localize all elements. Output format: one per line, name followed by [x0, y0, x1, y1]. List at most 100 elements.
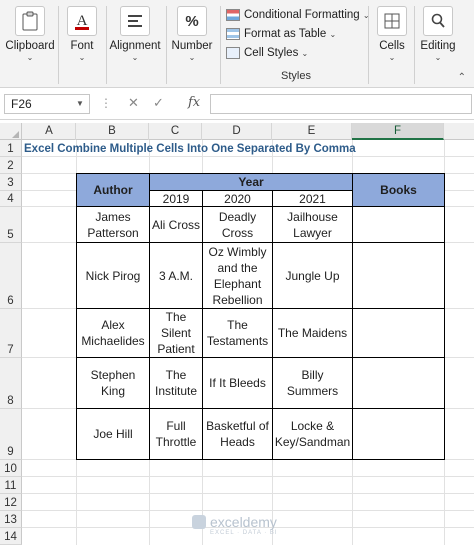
- row-header-3[interactable]: 3: [0, 174, 22, 191]
- editing-button[interactable]: Editing ⌄: [418, 4, 458, 66]
- alignment-button[interactable]: Alignment ⌄: [109, 4, 161, 66]
- cell-author[interactable]: Joe Hill: [76, 408, 150, 460]
- cell-book-2020[interactable]: The Testaments: [202, 308, 273, 358]
- cancel-icon[interactable]: ✕: [128, 95, 139, 111]
- watermark: exceldemy EXCEL · DATA · BI: [192, 514, 277, 536]
- divider: [166, 6, 167, 84]
- row-header-1[interactable]: 1: [0, 140, 22, 157]
- cell-book-2019[interactable]: The Institute: [149, 357, 203, 409]
- row-header-8[interactable]: 8: [0, 358, 22, 409]
- divider: [368, 6, 369, 84]
- enter-icon[interactable]: ✓: [153, 95, 164, 111]
- column-header-d[interactable]: D: [202, 123, 272, 140]
- cell-book-2019[interactable]: Full Throttle: [149, 408, 203, 460]
- row-header-9[interactable]: 9: [0, 409, 22, 460]
- divider: [220, 6, 221, 84]
- column-header-e[interactable]: E: [272, 123, 352, 140]
- font-button[interactable]: A Font ⌄: [64, 4, 100, 66]
- cell-books[interactable]: [352, 242, 445, 309]
- chevron-down-icon: ⌄: [301, 49, 309, 58]
- worksheet-grid[interactable]: A B C D E F 1 2 3 4 5 6 7 8 9 10 11 12 1…: [0, 123, 474, 545]
- collapse-ribbon-icon[interactable]: ⌃: [458, 72, 466, 83]
- cell-book-2019[interactable]: The Silent Patient: [149, 308, 203, 358]
- number-button[interactable]: % Number ⌄: [170, 4, 214, 66]
- cell-author[interactable]: Alex Michaelides: [76, 308, 150, 358]
- row-header-10[interactable]: 10: [0, 460, 22, 477]
- table-icon: [226, 28, 240, 40]
- header-year-2020[interactable]: 2020: [202, 190, 273, 207]
- header-year[interactable]: Year: [149, 173, 353, 191]
- cell-book-2020[interactable]: If It Bleeds: [202, 357, 273, 409]
- ribbon: Clipboard ⌄ A Font ⌄ Alignment ⌄ % Numbe…: [0, 0, 474, 88]
- alignment-icon: [120, 6, 150, 36]
- cell-book-2020[interactable]: Basketful of Heads: [202, 408, 273, 460]
- row-header-5[interactable]: 5: [0, 207, 22, 243]
- chevron-down-icon: ⌄: [188, 53, 196, 62]
- svg-text:A: A: [77, 13, 88, 29]
- column-header-a[interactable]: A: [23, 123, 76, 140]
- cell-books[interactable]: [352, 206, 445, 243]
- chevron-down-icon: ⌄: [78, 53, 86, 62]
- cell-author[interactable]: James Patterson: [76, 206, 150, 243]
- font-icon: A: [67, 6, 97, 36]
- cell-book-2020[interactable]: Deadly Cross: [202, 206, 273, 243]
- chevron-down-icon: ⌄: [388, 53, 396, 62]
- cell-books[interactable]: [352, 408, 445, 460]
- cell-author[interactable]: Nick Pirog: [76, 242, 150, 309]
- format-as-table-button[interactable]: Format as Table ⌄: [226, 25, 336, 43]
- cell-book-2019[interactable]: Ali Cross: [149, 206, 203, 243]
- cells-button[interactable]: Cells ⌄: [374, 4, 410, 66]
- chevron-down-icon: ⌄: [329, 30, 337, 39]
- clipboard-button[interactable]: Clipboard ⌄: [5, 4, 55, 66]
- chevron-down-icon[interactable]: ▼: [76, 99, 84, 108]
- chevron-down-icon: ⌄: [434, 53, 442, 62]
- header-books[interactable]: Books: [352, 173, 445, 207]
- divider: [414, 6, 415, 84]
- cell-books[interactable]: [352, 357, 445, 409]
- watermark-name: exceldemy: [210, 514, 277, 530]
- cell-book-2021[interactable]: Jailhouse Lawyer: [272, 206, 353, 243]
- styles-group-caption: Styles: [281, 70, 311, 82]
- row-header-4[interactable]: 4: [0, 191, 22, 207]
- row-header-6[interactable]: 6: [0, 243, 22, 309]
- cell-book-2021[interactable]: Jungle Up: [272, 242, 353, 309]
- column-headers: A B C D E F: [0, 123, 474, 140]
- divider: [106, 6, 107, 84]
- header-year-2019[interactable]: 2019: [149, 190, 203, 207]
- row-header-12[interactable]: 12: [0, 494, 22, 511]
- cell-author[interactable]: Stephen King: [76, 357, 150, 409]
- more-icon: ⋮: [100, 96, 112, 110]
- cell-book-2020[interactable]: Oz Wimbly and the Elephant Rebellion: [202, 242, 273, 309]
- column-header-b[interactable]: B: [76, 123, 149, 140]
- row-header-7[interactable]: 7: [0, 309, 22, 358]
- row-header-13[interactable]: 13: [0, 511, 22, 528]
- clipboard-icon: [15, 6, 45, 36]
- insert-function-icon[interactable]: fx: [188, 95, 200, 110]
- chevron-down-icon: ⌄: [26, 53, 34, 62]
- cell-book-2021[interactable]: Locke & Key/Sandman: [272, 408, 353, 460]
- row-header-2[interactable]: 2: [0, 157, 22, 174]
- row-header-11[interactable]: 11: [0, 477, 22, 494]
- percent-icon: %: [177, 6, 207, 36]
- formula-bar: F26 ▼ ⋮ ✕ ✓ fx: [0, 88, 474, 120]
- cell-book-2019[interactable]: 3 A.M.: [149, 242, 203, 309]
- row-header-14[interactable]: 14: [0, 528, 22, 545]
- exceldemy-logo-icon: [192, 515, 206, 529]
- cell-styles-button[interactable]: Cell Styles ⌄: [226, 44, 308, 62]
- divider: [58, 6, 59, 84]
- cell-styles-icon: [226, 47, 240, 59]
- search-icon: [423, 6, 453, 36]
- column-header-c[interactable]: C: [149, 123, 202, 140]
- header-year-2021[interactable]: 2021: [272, 190, 353, 207]
- cells-icon: [377, 6, 407, 36]
- header-author[interactable]: Author: [76, 173, 150, 207]
- sheet-title[interactable]: Excel Combine Multiple Cells Into One Se…: [24, 141, 356, 158]
- cell-book-2021[interactable]: The Maidens: [272, 308, 353, 358]
- cell-book-2021[interactable]: Billy Summers: [272, 357, 353, 409]
- column-header-f[interactable]: F: [352, 123, 444, 140]
- conditional-formatting-icon: [226, 9, 240, 21]
- formula-input[interactable]: [210, 94, 472, 114]
- select-all-corner[interactable]: [0, 123, 22, 140]
- conditional-formatting-button[interactable]: Conditional Formatting ⌄: [226, 6, 370, 24]
- cell-books[interactable]: [352, 308, 445, 358]
